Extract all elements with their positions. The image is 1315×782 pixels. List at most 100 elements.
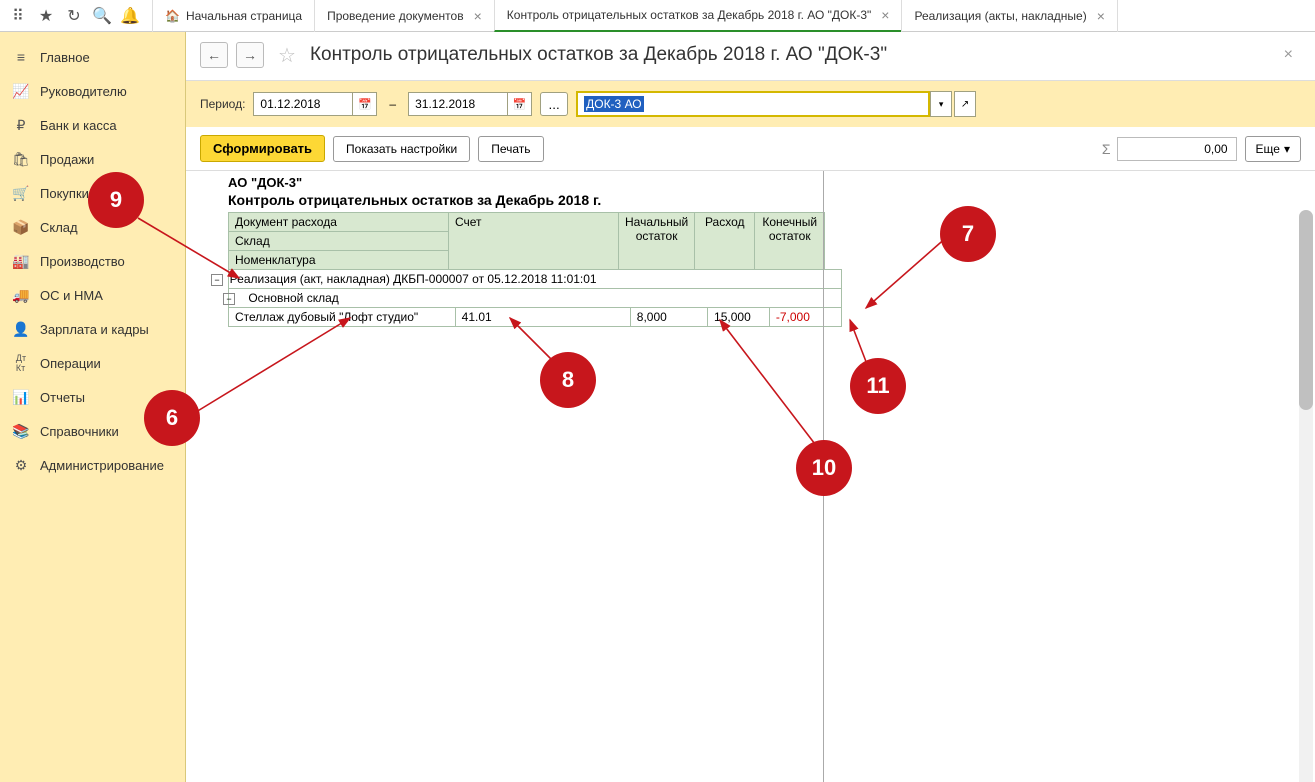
sidebar-item-label: Склад: [40, 220, 78, 235]
report-table: Документ расхода Счет Начальный остаток …: [228, 212, 825, 270]
tab-real-label: Реализация (акты, накладные): [914, 9, 1086, 23]
col-doc: Документ расхода: [229, 213, 449, 232]
sidebar-item-salary[interactable]: 👤 Зарплата и кадры: [0, 312, 185, 346]
print-button[interactable]: Печать: [478, 136, 543, 162]
bag-icon: 🛍: [12, 150, 30, 168]
box-icon: 📦: [12, 218, 30, 236]
sidebar-item-bank[interactable]: ₽ Банк и касса: [0, 108, 185, 142]
date-to-input[interactable]: [408, 92, 508, 116]
item-account-cell: 41.01: [455, 308, 630, 327]
sidebar-item-label: Операции: [40, 356, 101, 371]
col-start: Начальный остаток: [619, 213, 695, 270]
tab-report-label: Контроль отрицательных остатков за Декаб…: [507, 8, 872, 22]
sidebar-item-label: Главное: [40, 50, 90, 65]
close-page-button[interactable]: ×: [1276, 42, 1301, 68]
sidebar-item-label: Банк и касса: [40, 118, 117, 133]
annotation-6: 6: [144, 390, 200, 446]
annotation-9: 9: [88, 172, 144, 228]
tab-home-label: Начальная страница: [186, 9, 302, 23]
sidebar-item-label: Справочники: [40, 424, 119, 439]
history-icon[interactable]: ↻: [60, 2, 88, 30]
report-area: АО "ДОК-3" Контроль отрицательных остатк…: [186, 171, 1315, 782]
back-button[interactable]: ←: [200, 42, 228, 68]
organization-value: ДОК-3 АО: [584, 96, 644, 112]
doc-row[interactable]: − Реализация (акт, накладная) ДКБП-00000…: [229, 270, 842, 289]
sum-input[interactable]: [1117, 137, 1237, 161]
books-icon: 📚: [12, 422, 30, 440]
sidebar-item-label: Покупки: [40, 186, 89, 201]
menu-icon: ≡: [12, 48, 30, 66]
date-from-input[interactable]: [253, 92, 353, 116]
operations-icon: ДтКт: [12, 354, 30, 372]
sidebar-item-manager[interactable]: 📈 Руководителю: [0, 74, 185, 108]
report-org: АО "ДОК-3": [228, 175, 1301, 190]
star-icon[interactable]: ★: [32, 2, 60, 30]
sigma-icon: Σ: [1102, 141, 1111, 157]
col-end: Конечный остаток: [755, 213, 825, 270]
sidebar-item-admin[interactable]: ⚙Администрирование: [0, 448, 185, 482]
home-icon: 🏠: [165, 9, 180, 23]
tab-home[interactable]: 🏠 Начальная страница: [152, 0, 315, 32]
sidebar-item-production[interactable]: 🏭 Производство: [0, 244, 185, 278]
forward-button[interactable]: →: [236, 42, 264, 68]
open-ref-button[interactable]: ↗: [954, 91, 976, 117]
more-button[interactable]: Еще▾: [1245, 136, 1301, 162]
scrollbar-vertical[interactable]: [1299, 210, 1313, 782]
col-account: Счет: [449, 213, 619, 270]
dash: –: [389, 97, 396, 111]
organization-select[interactable]: ДОК-3 АО: [576, 91, 930, 117]
factory-icon: 🏭: [12, 252, 30, 270]
annotation-10: 10: [796, 440, 852, 496]
expense-cell: 15,000: [708, 308, 770, 327]
close-icon[interactable]: ×: [1097, 8, 1105, 24]
sidebar-item-label: ОС и НМА: [40, 288, 103, 303]
col-expense: Расход: [695, 213, 755, 270]
item-name-cell[interactable]: Стеллаж дубовый "Лофт студио": [229, 308, 456, 327]
col-nomenclature: Номенклатура: [229, 251, 449, 270]
warehouse-row[interactable]: − Основной склад: [229, 289, 842, 308]
show-settings-button[interactable]: Показать настройки: [333, 136, 470, 162]
close-icon[interactable]: ×: [474, 8, 482, 24]
reports-icon: 📊: [12, 388, 30, 406]
end-balance-cell: -7,000: [769, 308, 841, 327]
calendar-from-button[interactable]: 📅: [353, 92, 377, 116]
tab-real[interactable]: Реализация (акты, накладные) ×: [901, 0, 1117, 32]
period-label: Период:: [200, 97, 245, 111]
cart-icon: 🛒: [12, 184, 30, 202]
ruble-icon: ₽: [12, 116, 30, 134]
apps-icon[interactable]: ⠿: [4, 2, 32, 30]
tab-docs[interactable]: Проведение документов ×: [314, 0, 495, 32]
report-data-table: − Реализация (акт, накладная) ДКБП-00000…: [228, 269, 842, 327]
close-icon[interactable]: ×: [881, 7, 889, 23]
annotation-8: 8: [540, 352, 596, 408]
bell-icon[interactable]: 🔔: [116, 2, 144, 30]
search-icon[interactable]: 🔍: [88, 2, 116, 30]
sidebar-item-label: Производство: [40, 254, 125, 269]
favorite-button[interactable]: ☆: [278, 43, 296, 68]
sidebar-item-label: Руководителю: [40, 84, 127, 99]
sidebar-item-label: Администрирование: [40, 458, 164, 473]
chevron-down-icon: ▾: [1284, 142, 1290, 156]
sidebar-item-assets[interactable]: 🚚 ОС и НМА: [0, 278, 185, 312]
page-title: Контроль отрицательных остатков за Декаб…: [310, 44, 887, 66]
sidebar-item-sales[interactable]: 🛍 Продажи: [0, 142, 185, 176]
sidebar-item-label: Отчеты: [40, 390, 85, 405]
tab-report[interactable]: Контроль отрицательных остатков за Декаб…: [494, 0, 903, 32]
chart-icon: 📈: [12, 82, 30, 100]
calendar-to-button[interactable]: 📅: [508, 92, 532, 116]
truck-icon: 🚚: [12, 286, 30, 304]
person-icon: 👤: [12, 320, 30, 338]
scrollbar-thumb[interactable]: [1299, 210, 1313, 410]
annotation-7: 7: [940, 206, 996, 262]
sidebar-item-label: Зарплата и кадры: [40, 322, 149, 337]
sidebar-item-label: Продажи: [40, 152, 94, 167]
report-title: Контроль отрицательных остатков за Декаб…: [228, 192, 1301, 208]
start-balance-cell: 8,000: [630, 308, 707, 327]
sidebar-item-operations[interactable]: ДтКт Операции: [0, 346, 185, 380]
sidebar-item-main[interactable]: ≡ Главное: [0, 40, 185, 74]
annotation-11: 11: [850, 358, 906, 414]
col-warehouse: Склад: [229, 232, 449, 251]
period-select-button[interactable]: ...: [540, 92, 568, 116]
form-button[interactable]: Сформировать: [200, 135, 325, 162]
dropdown-button[interactable]: ▾: [930, 91, 952, 117]
